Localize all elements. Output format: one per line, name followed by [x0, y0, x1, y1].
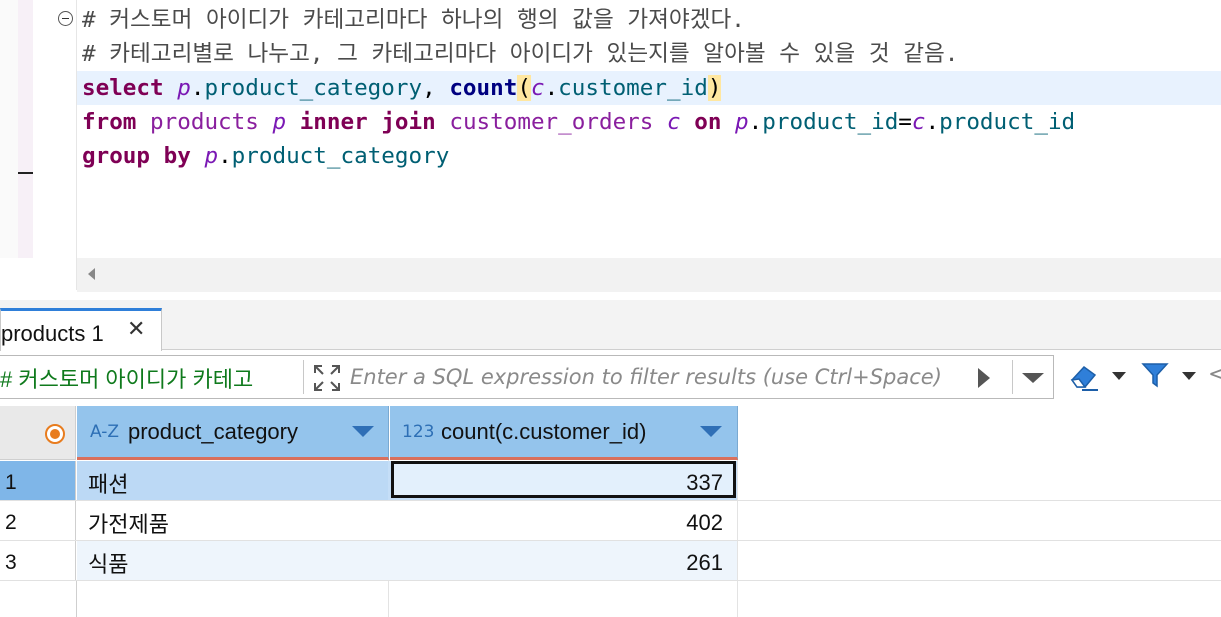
sort-dropdown-icon[interactable]: [700, 426, 722, 437]
alias-p: p: [177, 75, 191, 101]
comment-1: # 커스토머 아이디가 카테고리마다 하나의 행의 값을 가져야겠다.: [82, 7, 745, 33]
editor-gutter-separator: [76, 0, 77, 290]
column-header-label: product_category: [128, 419, 298, 444]
row-number[interactable]: 1: [0, 461, 76, 501]
sort-dropdown-icon[interactable]: [352, 426, 374, 437]
string-type-icon: A-Z: [90, 422, 120, 442]
code-line-2[interactable]: # 카테고리별로 나누고, 그 카테고리마다 아이디가 있는지를 알아볼 수 있…: [82, 37, 958, 71]
inner-keyword: inner: [299, 109, 368, 135]
table-products: products: [150, 109, 259, 135]
alias-c: c: [911, 109, 926, 135]
code-line-from[interactable]: from products p inner join customer_orde…: [82, 105, 1075, 139]
by-keyword: by: [163, 143, 191, 169]
join-keyword: join: [381, 109, 436, 135]
column-product-id: product_id: [939, 109, 1076, 135]
filter-separator: [303, 360, 304, 394]
from-keyword: from: [82, 109, 137, 135]
scroll-left-arrow-icon[interactable]: [88, 268, 95, 280]
alias-c: c: [667, 109, 681, 135]
row-number[interactable]: 2: [0, 501, 76, 541]
select-all-icon[interactable]: [45, 424, 65, 444]
cell-category[interactable]: 가전제품: [88, 507, 169, 539]
dot: .: [190, 75, 205, 101]
column-product-id: product_id: [762, 109, 899, 135]
dot: .: [544, 75, 559, 101]
filter-separator: [1012, 360, 1013, 394]
open-paren: (: [517, 75, 531, 101]
column-product-category: product_category: [231, 143, 450, 169]
expand-filter-icon[interactable]: [312, 363, 342, 393]
alias-p: p: [204, 143, 219, 169]
chevron-down-icon[interactable]: [1182, 372, 1196, 380]
dot: .: [925, 109, 940, 135]
code-line-group[interactable]: group by p.product_category: [82, 139, 449, 173]
dot: .: [218, 143, 232, 169]
apply-filter-icon[interactable]: [978, 368, 990, 388]
grid-col-line: [737, 460, 738, 617]
on-keyword: on: [694, 109, 722, 135]
editor-annotation-gutter: [18, 0, 33, 258]
filter-funnel-icon[interactable]: [1140, 360, 1170, 390]
group-keyword: group: [82, 143, 151, 169]
fold-collapse-icon[interactable]: [58, 11, 73, 26]
close-paren: ): [707, 75, 722, 101]
filter-history-text[interactable]: # 커스토머 아이디가 카테고: [0, 362, 253, 394]
cell-category[interactable]: 패션: [88, 467, 128, 499]
number-type-icon: 123: [402, 422, 435, 442]
column-header-label: count(c.customer_id): [441, 419, 647, 444]
tab-products-1[interactable]: products 1 ✕: [0, 308, 162, 351]
editor-current-line-marker: [18, 172, 33, 174]
column-product-category: product_category: [204, 75, 423, 101]
editor-horizontal-scrollbar[interactable]: [77, 258, 1221, 292]
alias-c: c: [530, 75, 545, 101]
results-tab-bar: [0, 300, 1221, 350]
alias-p: p: [272, 109, 287, 135]
grid-col-line: [76, 580, 77, 617]
dot: .: [748, 109, 763, 135]
filter-input[interactable]: [350, 360, 950, 394]
more-icon[interactable]: <: [1208, 362, 1221, 387]
alias-p: p: [735, 109, 749, 135]
equals: =: [898, 109, 912, 135]
chevron-down-icon[interactable]: [1112, 372, 1126, 380]
row-number[interactable]: 3: [0, 541, 76, 581]
editor-ruler: [0, 0, 18, 258]
count-function: count: [449, 75, 518, 101]
comma: ,: [422, 75, 436, 101]
filter-history-dropdown-icon[interactable]: [1022, 373, 1044, 383]
cell-category[interactable]: 식품: [88, 547, 128, 579]
table-customer-orders: customer_orders: [449, 109, 654, 135]
code-line-select[interactable]: select p.product_category, count(c.custo…: [82, 71, 722, 105]
row-separator: [0, 580, 1221, 581]
eraser-icon[interactable]: [1068, 362, 1102, 392]
close-icon[interactable]: ✕: [127, 319, 149, 341]
column-customer-id: customer_id: [558, 75, 708, 101]
select-keyword: select: [82, 75, 164, 101]
comment-2: # 카테고리별로 나누고, 그 카테고리마다 아이디가 있는지를 알아볼 수 있…: [82, 41, 959, 67]
cell-count[interactable]: 337: [523, 470, 723, 496]
cell-count[interactable]: 261: [523, 550, 723, 576]
cell-count[interactable]: 402: [523, 510, 723, 536]
code-line-1[interactable]: # 커스토머 아이디가 카테고리마다 하나의 행의 값을 가져야겠다.: [82, 3, 745, 37]
tab-label: products 1: [1, 321, 104, 346]
